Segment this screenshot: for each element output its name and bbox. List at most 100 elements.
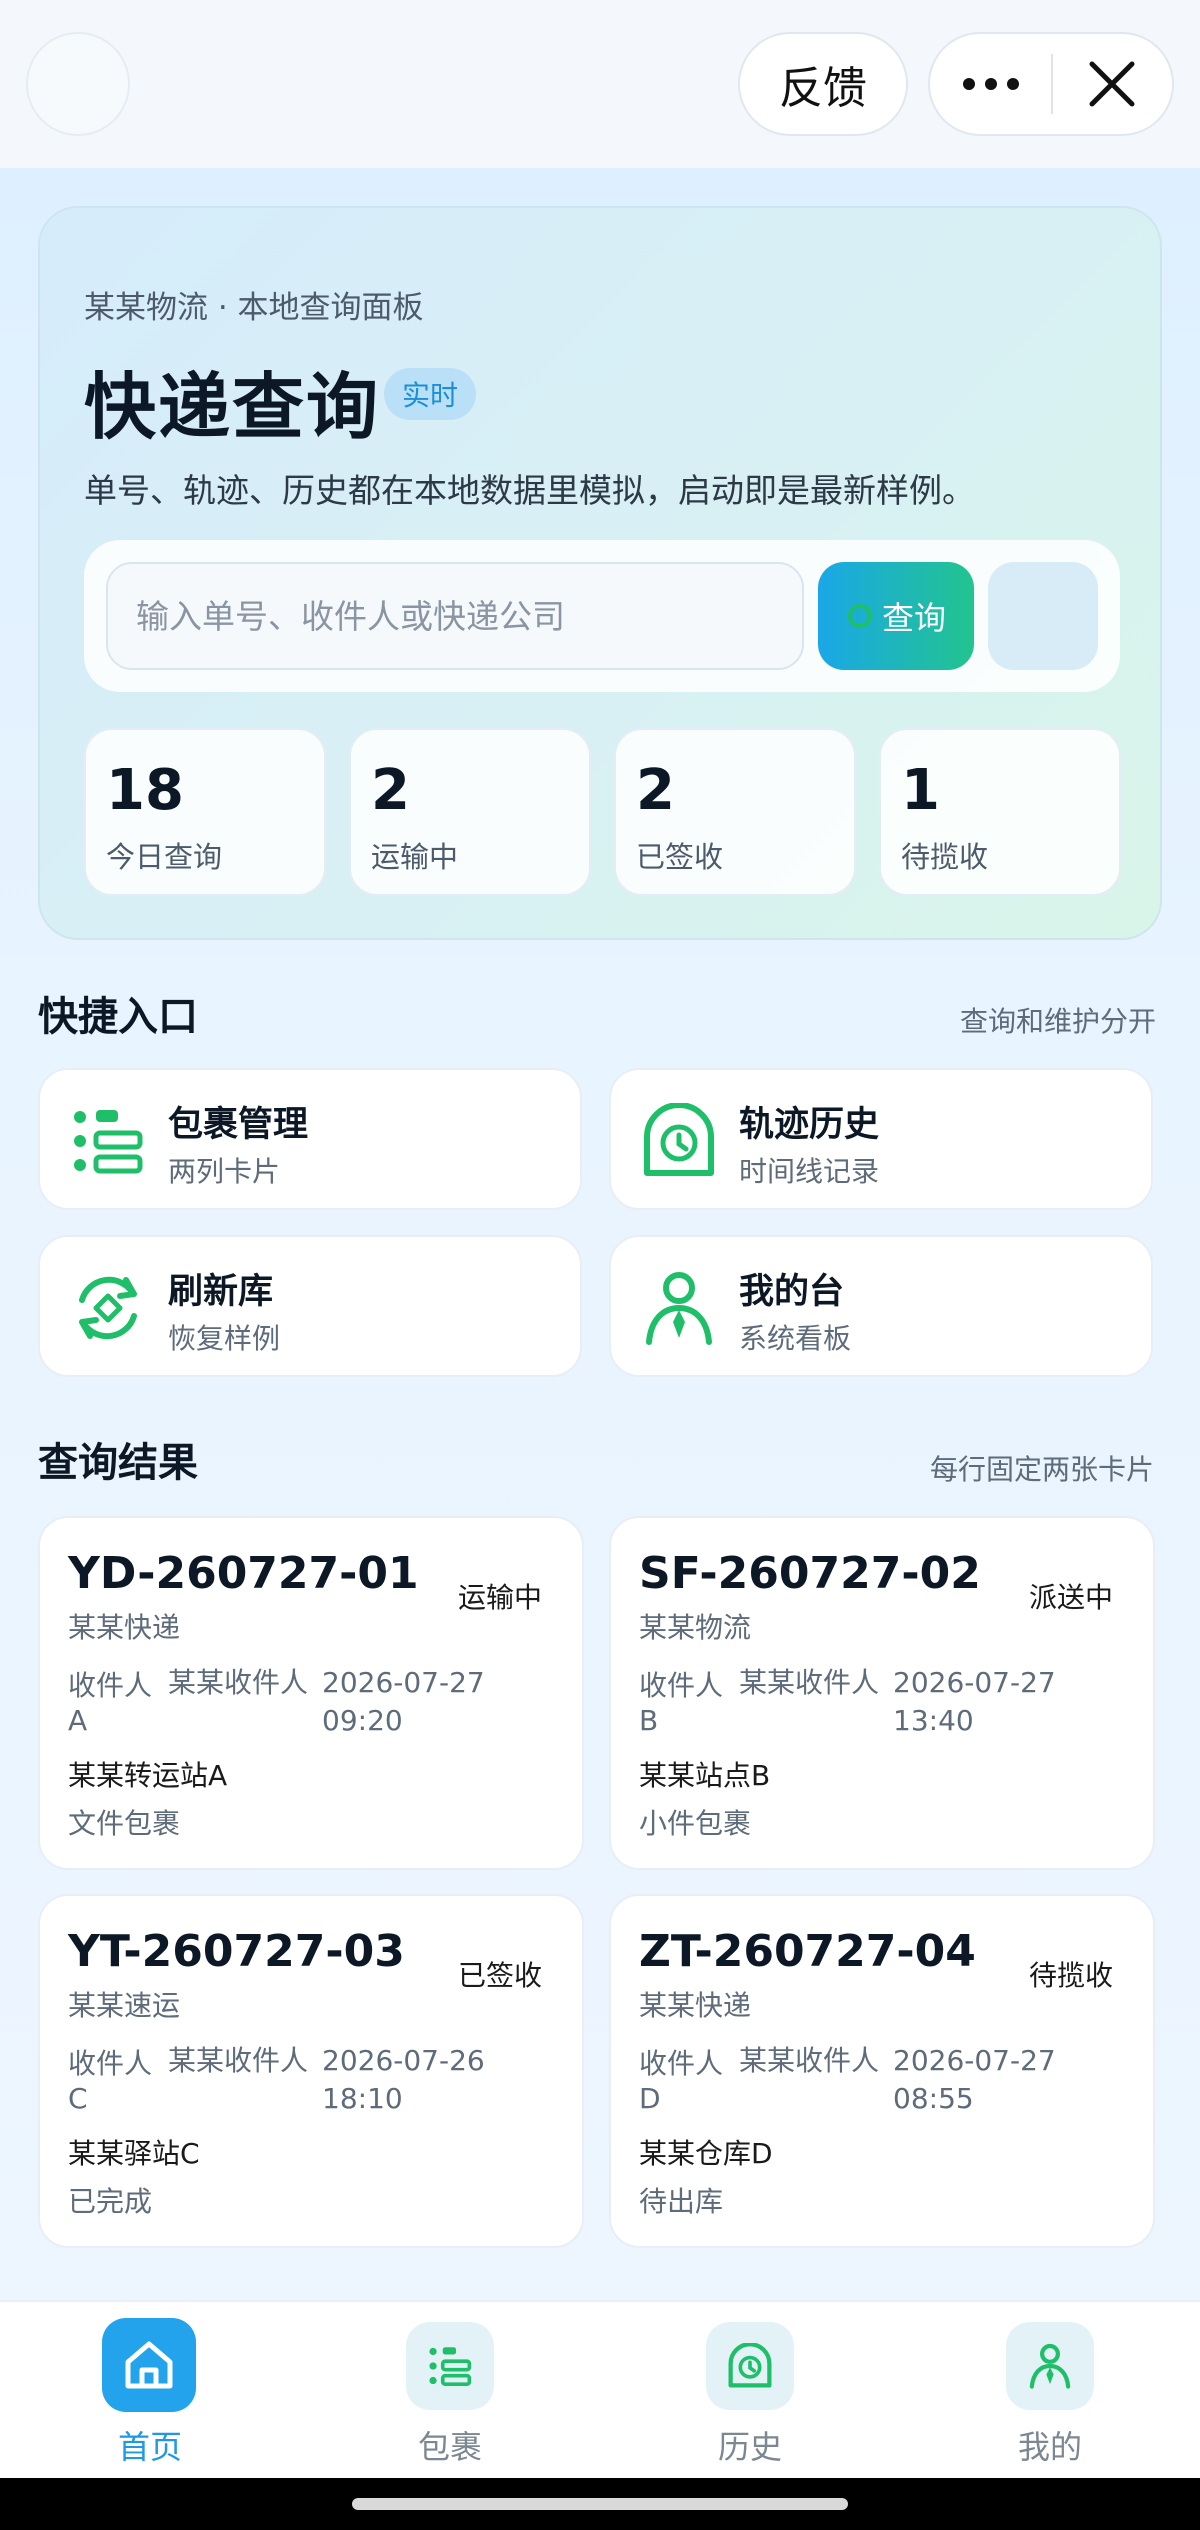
page-title: 快递查询 — [84, 365, 381, 449]
list-icon — [74, 1110, 143, 1174]
entry-title: 刷新库 — [168, 1272, 274, 1312]
package-kind: 文件包裹 — [68, 1807, 181, 1840]
receiver-name-line2: C — [68, 2082, 88, 2115]
update-datetime: 2026-07-27 09:20 — [322, 1664, 522, 1740]
status-badge: 已签收 — [457, 1959, 542, 1992]
courier-company: 某某速运 — [68, 1989, 181, 2022]
entry-title: 我的台 — [739, 1272, 845, 1312]
stat-label: 待揽收 — [901, 840, 989, 874]
update-time: 18:10 — [322, 2082, 403, 2115]
current-location: 某某站点B — [639, 1759, 771, 1792]
search-icon — [847, 604, 872, 628]
stat-label: 今日查询 — [106, 840, 223, 874]
current-location: 某某驿站C — [68, 2137, 200, 2170]
clock-icon — [728, 2343, 772, 2388]
person-icon — [646, 1272, 712, 1345]
results-section-note: 每行固定两张卡片 — [930, 1453, 1155, 1486]
receiver-label: 收件人 — [68, 2047, 153, 2080]
top-bar: 反馈 — [0, 0, 1200, 168]
receiver-label: 收件人 — [68, 1669, 153, 1702]
stat-in-transit: 2 运输中 — [349, 728, 591, 896]
close-button[interactable] — [1053, 34, 1172, 134]
tab-packages[interactable]: 包裹 — [375, 2320, 525, 2470]
tab-label: 我的 — [1017, 2428, 1082, 2466]
update-time: 08:55 — [893, 2082, 974, 2115]
search-button[interactable]: 查询 — [818, 562, 974, 670]
realtime-badge: 实时 — [384, 368, 476, 420]
tab-label: 包裹 — [417, 2428, 482, 2466]
stat-label: 已签收 — [636, 840, 724, 874]
receiver-name-line2: D — [639, 2082, 661, 2115]
package-kind: 已完成 — [68, 2185, 153, 2218]
receiver-name-line1: 某某收件人 — [168, 1666, 309, 1699]
entry-title: 包裹管理 — [168, 1105, 309, 1145]
tab-icon-wrap — [1006, 2322, 1094, 2410]
system-gesture-area — [0, 2478, 1200, 2530]
entry-subtitle: 两列卡片 — [168, 1155, 281, 1188]
receiver-name: 某某收件人 D — [639, 2042, 889, 2118]
update-datetime: 2026-07-27 13:40 — [893, 1664, 1093, 1740]
stat-today-queries: 18 今日查询 — [84, 728, 326, 896]
receiver-name-line1: 某某收件人 — [739, 1666, 880, 1699]
update-date: 2026-07-27 — [893, 2044, 1056, 2077]
courier-company: 某某快递 — [639, 1989, 752, 2022]
status-badge: 派送中 — [1028, 1581, 1113, 1614]
tab-mine[interactable]: 我的 — [975, 2320, 1125, 2470]
list-icon — [429, 2347, 472, 2386]
result-card[interactable]: YD-260727-01 运输中 某某快递 收件人 某某收件人 A 2026-07… — [38, 1516, 584, 1870]
receiver-name-line1: 某某收件人 — [168, 2044, 309, 2077]
result-card[interactable]: SF-260727-02 派送中 某某物流 收件人 某某收件人 B 2026-07… — [609, 1516, 1155, 1870]
home-indicator[interactable] — [352, 2498, 848, 2510]
entry-subtitle: 系统看板 — [739, 1322, 852, 1355]
scan-button[interactable] — [988, 562, 1098, 670]
clock-icon — [644, 1103, 714, 1176]
bottom-nav: 首页 包裹 历史 我的 — [0, 2300, 1200, 2478]
feedback-button[interactable]: 反馈 — [738, 32, 908, 136]
search-bar: 查询 — [84, 540, 1120, 692]
entry-my-dashboard[interactable]: 我的台 系统看板 — [609, 1235, 1153, 1377]
tab-icon-wrap — [406, 2322, 494, 2410]
stat-value: 2 — [371, 758, 410, 823]
tab-home[interactable]: 首页 — [75, 2318, 225, 2470]
tracking-number: ZT-260727-04 — [639, 1926, 976, 1977]
person-icon — [1029, 2343, 1071, 2389]
receiver-name-line2: A — [68, 1704, 88, 1737]
current-location: 某某转运站A — [68, 1759, 228, 1792]
result-card[interactable]: ZT-260727-04 待揽收 某某快递 收件人 某某收件人 D 2026-07… — [609, 1894, 1155, 2248]
receiver-name-line1: 某某收件人 — [739, 2044, 880, 2077]
stat-value: 2 — [636, 758, 675, 823]
entry-track-history[interactable]: 轨迹历史 时间线记录 — [609, 1068, 1153, 1210]
search-input[interactable] — [106, 562, 804, 670]
hero-card: 某某物流 · 本地查询面板 快递查询 实时 单号、轨迹、历史都在本地数据里模拟，… — [38, 206, 1162, 940]
tab-icon-wrap — [706, 2322, 794, 2410]
entry-refresh-library[interactable]: 刷新库 恢复样例 — [38, 1235, 582, 1377]
stat-signed: 2 已签收 — [614, 728, 856, 896]
receiver-name: 某某收件人 A — [68, 1664, 318, 1740]
current-location: 某某仓库D — [639, 2137, 773, 2170]
entry-package-management[interactable]: 包裹管理 两列卡片 — [38, 1068, 582, 1210]
tab-history[interactable]: 历史 — [675, 2320, 825, 2470]
stat-value: 18 — [106, 758, 184, 823]
stat-pending-pickup: 1 待揽收 — [879, 728, 1121, 896]
result-card[interactable]: YT-260727-03 已签收 某某速运 收件人 某某收件人 C 2026-07… — [38, 1894, 584, 2248]
package-kind: 小件包裹 — [639, 1807, 752, 1840]
search-button-label: 查询 — [881, 599, 946, 637]
results-section-title: 查询结果 — [38, 1440, 198, 1486]
receiver-name: 某某收件人 C — [68, 2042, 318, 2118]
courier-company: 某某快递 — [68, 1611, 181, 1644]
entry-subtitle: 恢复样例 — [168, 1322, 281, 1355]
hero-subtitle: 某某物流 · 本地查询面板 — [84, 290, 424, 326]
update-date: 2026-07-26 — [322, 2044, 485, 2077]
miniapp-capsule — [928, 32, 1174, 136]
status-badge: 待揽收 — [1028, 1959, 1113, 1992]
tab-label: 首页 — [117, 2428, 182, 2466]
more-button[interactable] — [930, 34, 1051, 134]
status-badge: 运输中 — [457, 1581, 542, 1614]
quick-section-note: 查询和维护分开 — [960, 1005, 1157, 1038]
update-time: 13:40 — [893, 1704, 974, 1737]
receiver-name-line2: B — [639, 1704, 659, 1737]
receiver-label: 收件人 — [639, 2047, 724, 2080]
avatar[interactable] — [26, 32, 130, 136]
receiver-label: 收件人 — [639, 1669, 724, 1702]
quick-section-title: 快捷入口 — [38, 994, 198, 1040]
